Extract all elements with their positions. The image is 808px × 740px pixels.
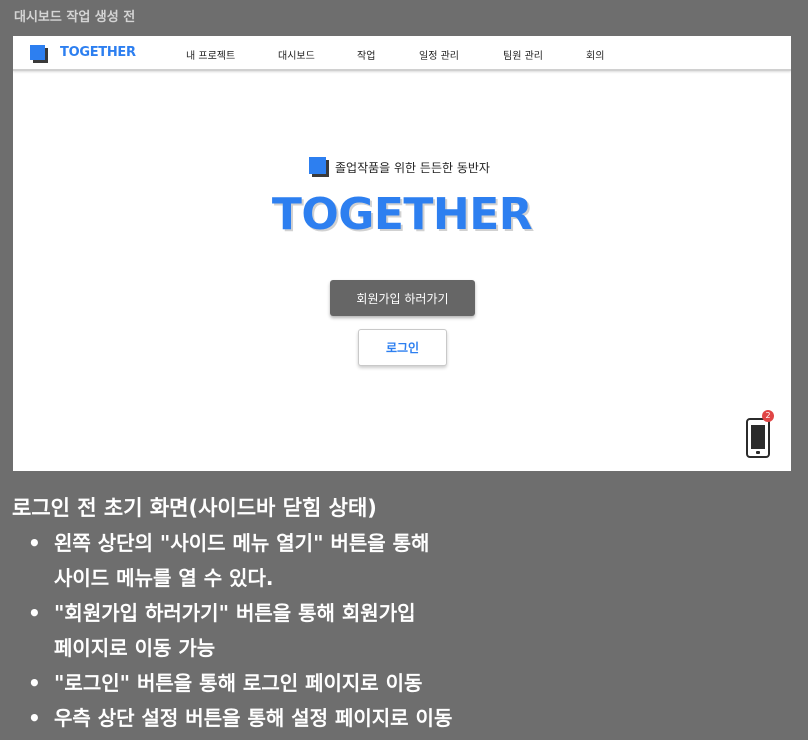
nav-logo[interactable]: TOGETHER bbox=[60, 45, 136, 60]
list-item-text: 왼쪽 상단의 "사이드 메뉴 열기" 버튼을 통해 bbox=[54, 531, 430, 555]
phone-screen bbox=[751, 425, 765, 449]
list-item-text: "회원가입 하러가기" 버튼을 통해 회원가입 bbox=[54, 601, 416, 625]
description-list: 왼쪽 상단의 "사이드 메뉴 열기" 버튼을 통해 사이드 메뉴를 열 수 있다… bbox=[12, 526, 452, 736]
app-frame: TOGETHER 내 프로젝트 대시보드 작업 일정 관리 팀원 관리 회의 졸… bbox=[13, 36, 791, 471]
nav-item-dashboard[interactable]: 대시보드 bbox=[278, 47, 315, 62]
logo-icon bbox=[309, 157, 326, 174]
list-item: "로그인" 버튼을 통해 로그인 페이지로 이동 bbox=[26, 666, 452, 701]
page-title: 대시보드 작업 생성 전 bbox=[14, 10, 136, 25]
list-item: 우측 상단 설정 버튼을 통해 설정 페이지로 이동 bbox=[26, 701, 452, 736]
notification-badge: 2 bbox=[762, 410, 774, 422]
tagline-text: 졸업작품을 위한 든든한 동반자 bbox=[335, 161, 490, 175]
list-item-text: 사이드 메뉴를 열 수 있다. bbox=[54, 566, 274, 590]
nav-item-my-projects[interactable]: 내 프로젝트 bbox=[186, 47, 235, 62]
hero-logo: TOGETHER bbox=[271, 189, 533, 240]
list-item: 왼쪽 상단의 "사이드 메뉴 열기" 버튼을 통해 사이드 메뉴를 열 수 있다… bbox=[26, 526, 452, 596]
phone-home-button bbox=[756, 451, 760, 454]
login-button[interactable]: 로그인 bbox=[358, 329, 447, 366]
description-heading: 로그인 전 초기 화면(사이드바 닫힘 상태) bbox=[12, 496, 377, 520]
list-item-text: 페이지로 이동 가능 bbox=[54, 636, 216, 660]
nav-item-schedule[interactable]: 일정 관리 bbox=[419, 47, 459, 62]
mobile-settings-button[interactable]: 2 bbox=[746, 410, 774, 458]
logo-icon[interactable] bbox=[30, 45, 45, 60]
nav-item-meeting[interactable]: 회의 bbox=[586, 47, 604, 62]
description-panel: 로그인 전 초기 화면(사이드바 닫힘 상태) 왼쪽 상단의 "사이드 메뉴 열… bbox=[12, 494, 452, 736]
signup-button[interactable]: 회원가입 하러가기 bbox=[330, 280, 475, 316]
list-item: "회원가입 하러가기" 버튼을 통해 회원가입 페이지로 이동 가능 bbox=[26, 596, 452, 666]
list-item-text: "로그인" 버튼을 통해 로그인 페이지로 이동 bbox=[54, 671, 423, 695]
nav-item-tasks[interactable]: 작업 bbox=[357, 47, 375, 62]
phone-icon bbox=[746, 418, 770, 458]
navbar: TOGETHER 내 프로젝트 대시보드 작업 일정 관리 팀원 관리 회의 bbox=[13, 36, 791, 71]
nav-item-team[interactable]: 팀원 관리 bbox=[503, 47, 543, 62]
list-item-text: 우측 상단 설정 버튼을 통해 설정 페이지로 이동 bbox=[54, 706, 453, 730]
